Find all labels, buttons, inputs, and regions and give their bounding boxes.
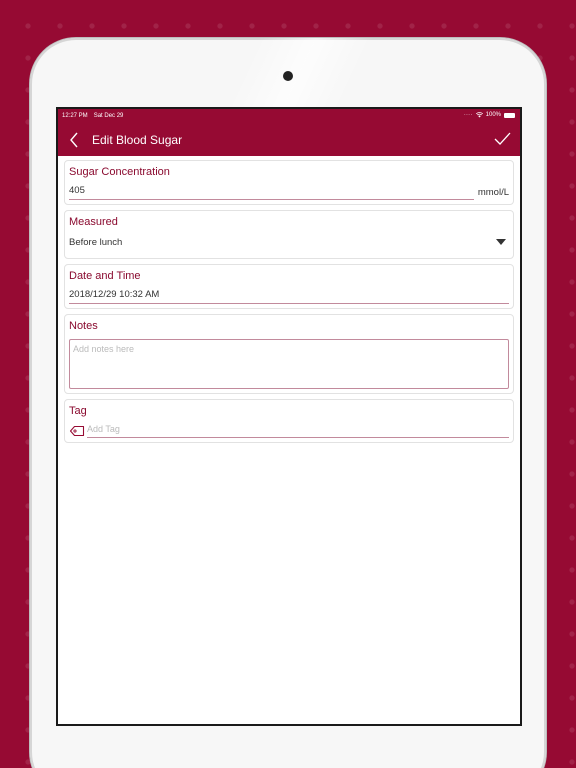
tag-card: Tag Add Tag [64, 399, 514, 443]
measured-select[interactable]: Before lunch [69, 235, 509, 249]
measured-card: Measured Before lunch [64, 210, 514, 259]
measured-label: Measured [69, 216, 118, 228]
status-left: 12:27 PM Sat Dec 29 [62, 113, 123, 119]
status-right: ···· 100% [464, 112, 515, 118]
battery-percent: 100% [485, 112, 501, 118]
status-date: Sat Dec 29 [93, 113, 124, 119]
back-button[interactable] [62, 125, 86, 155]
battery-icon [504, 112, 515, 118]
signal-dots: ···· [463, 112, 473, 118]
status-bar: 12:27 PM Sat Dec 29 ···· 100% [58, 109, 520, 123]
chevron-left-icon [70, 132, 78, 147]
tablet-screen: 12:27 PM Sat Dec 29 ···· 100% Edit Blood… [56, 107, 522, 726]
sugar-concentration-card: Sugar Concentration 405 mmol/L [64, 160, 514, 205]
front-camera [283, 71, 293, 81]
date-time-input[interactable]: 2018/12/29 10:32 AM [69, 289, 509, 304]
measured-value: Before lunch [69, 236, 123, 248]
sugar-unit: mmol/L [477, 187, 509, 198]
date-time-card: Date and Time 2018/12/29 10:32 AM [64, 264, 514, 309]
app-screen: 12:27 PM Sat Dec 29 ···· 100% Edit Blood… [58, 109, 520, 724]
date-time-label: Date and Time [69, 270, 141, 282]
date-time-row: 2018/12/29 10:32 AM [69, 289, 509, 304]
checkmark-icon [494, 132, 510, 145]
sugar-concentration-input[interactable]: 405 [69, 185, 474, 200]
notes-label: Notes [69, 320, 98, 332]
page-title: Edit Blood Sugar [92, 132, 183, 147]
navigation-bar: Edit Blood Sugar [58, 123, 520, 156]
tag-row: Add Tag [69, 424, 509, 438]
notes-textarea[interactable]: Add notes here [69, 339, 509, 389]
wifi-icon [475, 112, 483, 118]
notes-card: Notes Add notes here [64, 314, 514, 394]
status-time: 12:27 PM [62, 113, 88, 119]
tag-label: Tag [69, 405, 87, 417]
save-button[interactable] [490, 127, 514, 151]
add-tag-input[interactable]: Add Tag [87, 424, 509, 438]
tag-icon [69, 425, 85, 437]
caret-down-icon [496, 239, 506, 245]
top-bar: 12:27 PM Sat Dec 29 ···· 100% Edit Blood… [58, 109, 520, 156]
sugar-concentration-label: Sugar Concentration [69, 166, 170, 178]
sugar-field-row: 405 mmol/L [69, 185, 509, 200]
form-content: Sugar Concentration 405 mmol/L Measured … [58, 156, 520, 452]
